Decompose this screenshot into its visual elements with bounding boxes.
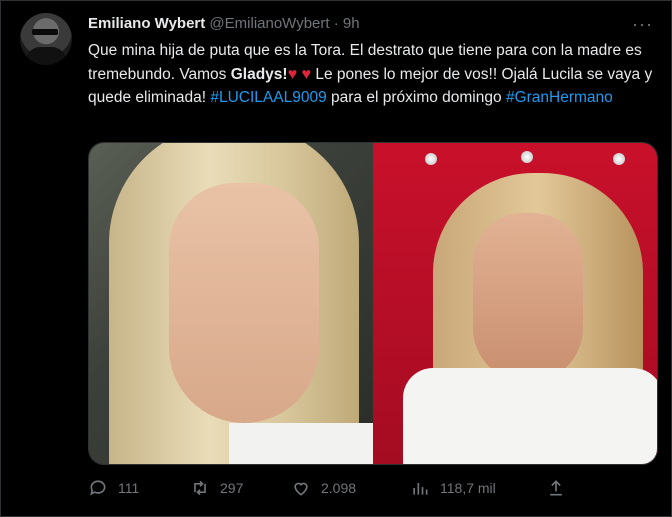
image-stud [613,153,625,165]
image-stud [521,151,533,163]
views-icon [413,483,428,495]
avatar-glasses [32,29,58,35]
avatar-body [26,47,66,65]
author-name[interactable]: Emiliano Wybert [88,15,205,32]
heart-icon [294,482,308,496]
share-icon [550,480,562,496]
image-face [169,183,319,423]
heart-emoji: ♥ ♥ [287,65,312,83]
timestamp[interactable]: 9h [343,15,360,32]
tweet-media[interactable] [88,142,658,465]
image-shirt [403,368,657,464]
media-image-left[interactable] [89,143,373,464]
reply-button[interactable]: 111 [88,478,139,498]
like-button[interactable]: 2.098 [291,478,356,498]
tweet-header: Emiliano Wybert @EmilianoWybert · 9h [88,15,360,32]
avatar[interactable] [20,13,72,65]
image-face [473,213,583,383]
action-bar: 111 297 2.098 118,7 mil [88,478,656,500]
retweet-button[interactable]: 297 [190,478,243,498]
views-button[interactable]: 118,7 mil [410,478,496,498]
hashtag-lucila[interactable]: #LUCILAAL9009 [210,89,326,106]
tweet-text: Que mina hija de puta que es la Tora. El… [88,39,660,110]
view-count: 118,7 mil [440,480,496,496]
more-icon[interactable]: ··· [632,14,656,34]
share-button[interactable] [546,478,576,498]
author-handle[interactable]: @EmilianoWybert [209,15,329,32]
image-shirt [229,423,373,464]
media-image-right[interactable] [373,143,657,464]
separator: · [333,15,339,32]
reply-icon [90,480,106,496]
retweet-count: 297 [220,480,244,496]
image-stud [425,153,437,165]
tweet-text-part3: para el próximo domingo [326,89,506,106]
tweet-text-bold: Gladys! [230,65,288,83]
like-count: 2.098 [321,480,357,496]
hashtag-granhermano[interactable]: #GranHermano [506,89,613,106]
reply-count: 111 [118,480,140,496]
retweet-icon [194,480,206,496]
